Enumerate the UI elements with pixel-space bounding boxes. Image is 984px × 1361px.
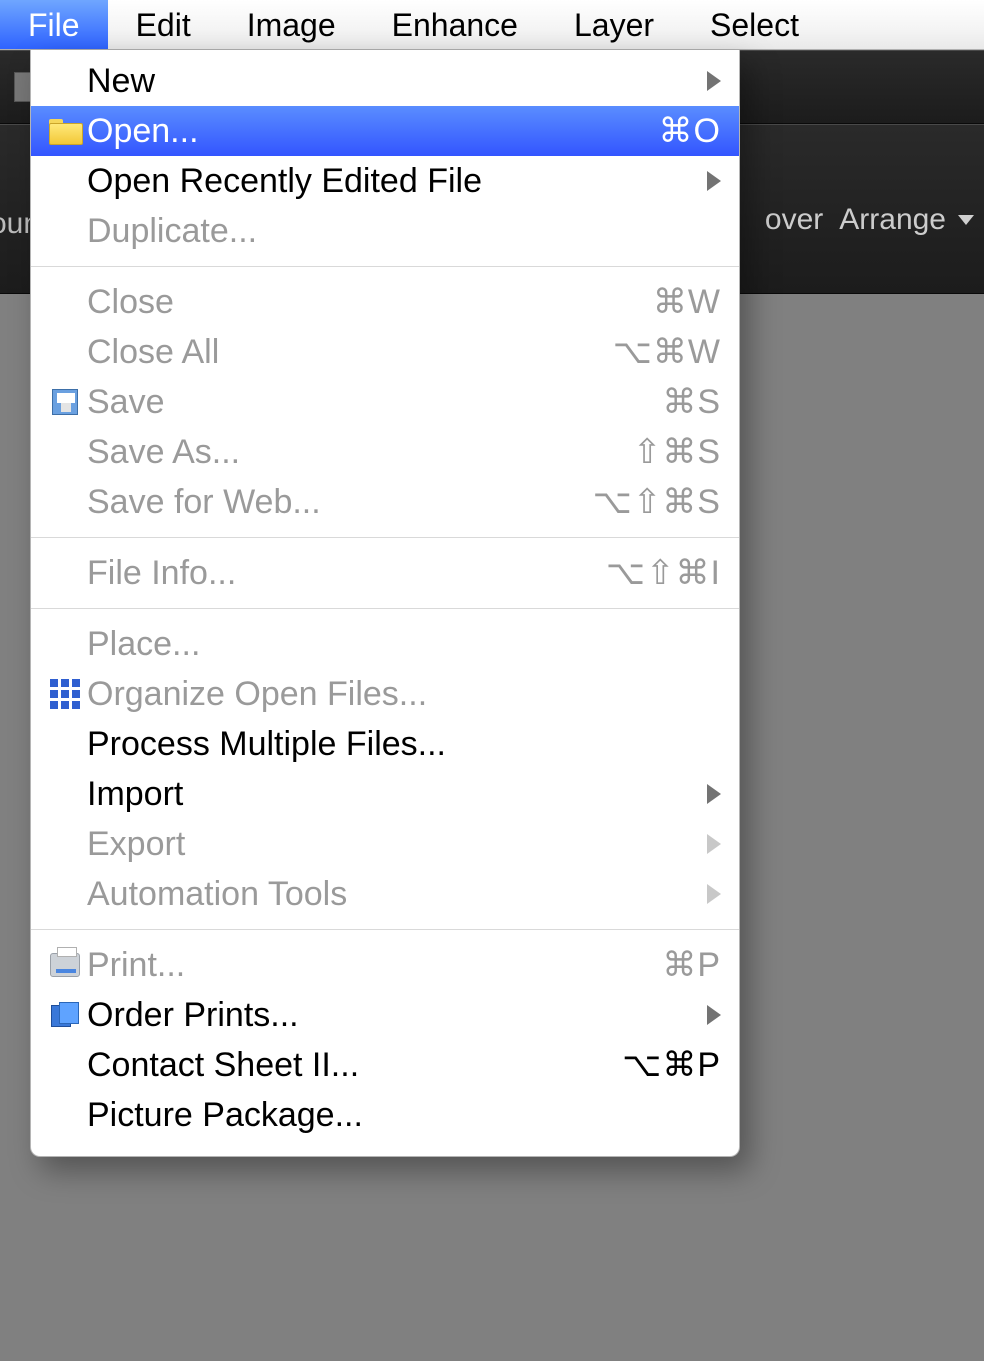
menu-item-label: Open Recently Edited File [87,162,482,201]
menu-item-print: Print... ⌘P [31,940,739,990]
menu-label: Image [247,7,336,44]
menu-label: File [28,7,80,44]
menu-item-file-info: File Info... ⌥⇧⌘I [31,548,739,598]
menu-file[interactable]: File [0,0,108,49]
menu-item-label: Open... [87,112,199,151]
menu-item-shortcut: ⇧⌘S [633,432,721,472]
toolbar-text-fragment: over [765,203,823,237]
submenu-arrow-icon [707,884,721,904]
menu-item-save-as: Save As... ⇧⌘S [31,427,739,477]
menu-item-open[interactable]: Open... ⌘O [31,106,739,156]
menu-image[interactable]: Image [219,0,364,49]
menu-item-label: Duplicate... [87,212,257,251]
menu-item-label: Close All [87,333,219,372]
menu-label: Select [710,7,799,44]
menu-item-shortcut: ⌥⇧⌘I [606,553,721,593]
menu-separator [31,929,739,930]
menu-separator [31,537,739,538]
menu-item-label: Automation Tools [87,875,347,914]
menu-item-shortcut: ⌘O [659,111,721,151]
menu-item-label: Picture Package... [87,1096,363,1135]
menu-item-process-multi[interactable]: Process Multiple Files... [31,719,739,769]
menu-item-label: Organize Open Files... [87,675,427,714]
menu-item-label: Order Prints... [87,996,299,1035]
menu-item-label: File Info... [87,554,236,593]
submenu-arrow-icon [707,834,721,854]
arrange-label: Arrange [839,203,946,237]
menu-label: Layer [574,7,654,44]
menu-enhance[interactable]: Enhance [364,0,546,49]
menu-item-label: Save As... [87,433,240,472]
menu-separator [31,266,739,267]
menubar: File Edit Image Enhance Layer Select [0,0,984,50]
menu-item-label: Process Multiple Files... [87,725,446,764]
menu-item-shortcut: ⌥⌘W [613,332,721,372]
menu-select[interactable]: Select [682,0,827,49]
menu-item-shortcut: ⌥⇧⌘S [593,482,721,522]
submenu-arrow-icon [707,171,721,191]
printer-icon [43,953,87,977]
folder-icon [43,119,87,143]
menu-item-open-recent[interactable]: Open Recently Edited File [31,156,739,206]
menu-item-label: Import [87,775,183,814]
menu-item-save-for-web: Save for Web... ⌥⇧⌘S [31,477,739,527]
menu-item-label: Export [87,825,185,864]
file-dropdown: New Open... ⌘O Open Recently Edited File Dup… [30,50,740,1157]
menu-item-label: Save [87,383,165,422]
menu-item-export: Export [31,819,739,869]
menu-item-label: Print... [87,946,185,985]
menu-edit[interactable]: Edit [108,0,219,49]
menu-item-save: Save ⌘S [31,377,739,427]
menu-item-label: New [87,62,155,101]
save-icon [43,389,87,415]
menu-item-label: Contact Sheet II... [87,1046,359,1085]
menu-item-order-prints[interactable]: Order Prints... [31,990,739,1040]
menu-item-label: Save for Web... [87,483,321,522]
caret-down-icon [958,215,974,225]
submenu-arrow-icon [707,784,721,804]
menu-item-shortcut: ⌘P [662,945,721,985]
menu-item-contact-sheet[interactable]: Contact Sheet II... ⌥⌘P [31,1040,739,1090]
menu-separator [31,608,739,609]
menu-item-duplicate: Duplicate... [31,206,739,256]
arrange-button[interactable]: Arrange [839,203,974,237]
menu-item-shortcut: ⌥⌘P [622,1045,721,1085]
submenu-arrow-icon [707,71,721,91]
menu-item-import[interactable]: Import [31,769,739,819]
submenu-arrow-icon [707,1005,721,1025]
menu-item-automation: Automation Tools [31,869,739,919]
menu-item-label: Close [87,283,174,322]
menu-item-shortcut: ⌘S [662,382,721,422]
menu-item-close-all: Close All ⌥⌘W [31,327,739,377]
grid-icon [43,679,87,709]
menu-item-picture-pkg[interactable]: Picture Package... [31,1090,739,1140]
menu-label: Enhance [392,7,518,44]
menu-item-label: Place... [87,625,200,664]
menu-item-new[interactable]: New [31,56,739,106]
menu-layer[interactable]: Layer [546,0,682,49]
menu-item-place: Place... [31,619,739,669]
menu-label: Edit [136,7,191,44]
order-icon [43,1002,87,1028]
menu-item-shortcut: ⌘W [653,282,721,322]
menu-item-organize: Organize Open Files... [31,669,739,719]
menu-item-close: Close ⌘W [31,277,739,327]
